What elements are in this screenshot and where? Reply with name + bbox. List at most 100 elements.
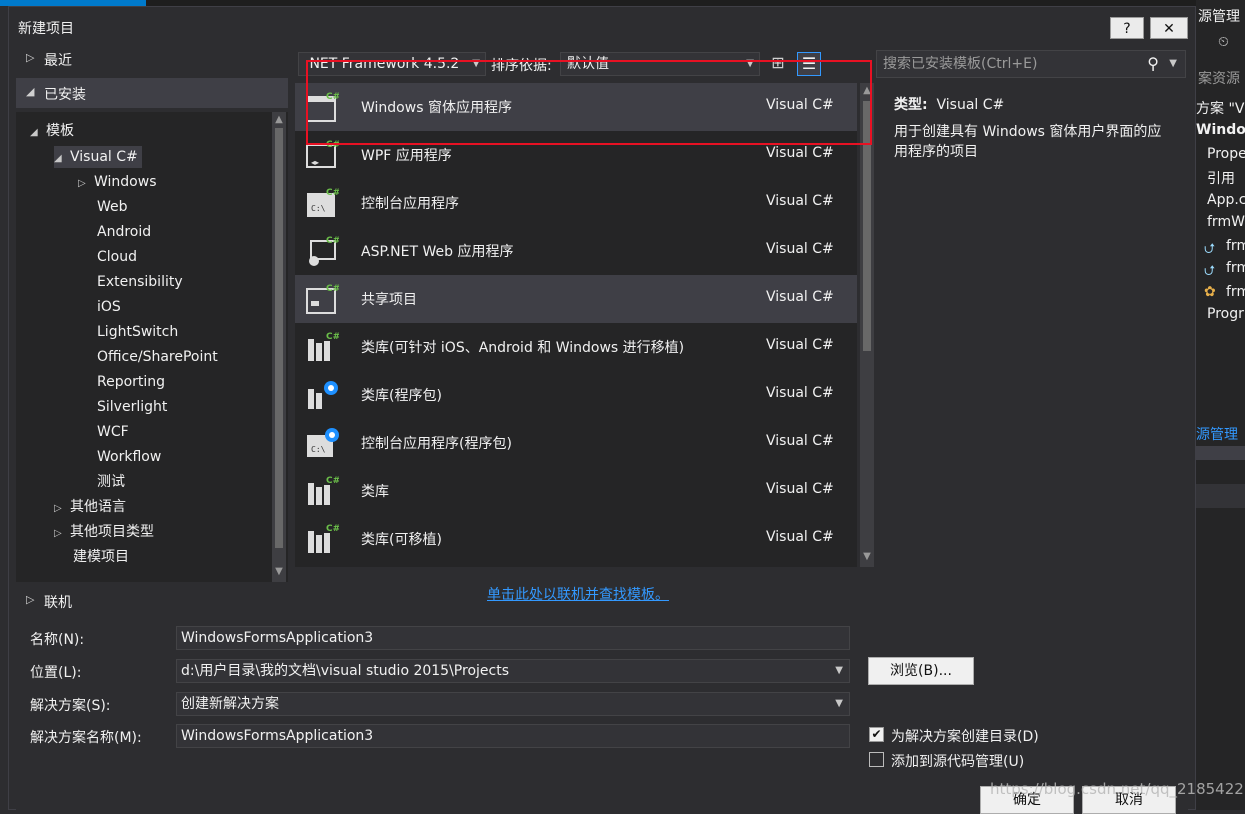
- template-row[interactable]: C# 类库 Visual C#: [295, 467, 857, 515]
- template-name: 控制台应用程序(程序包): [361, 436, 512, 452]
- scroll-up-icon[interactable]: ▲: [860, 85, 874, 97]
- tree-item-lightswitch[interactable]: LightSwitch: [97, 321, 178, 343]
- template-row[interactable]: C:\ 控制台应用程序(程序包) Visual C#: [295, 419, 857, 467]
- solution-label: 解决方案(S):: [30, 698, 111, 714]
- rp-solution[interactable]: 方案 "V: [1196, 98, 1244, 118]
- chevron-down-icon[interactable]: ▼: [1169, 51, 1177, 77]
- svg-text:C#: C#: [326, 524, 339, 534]
- tree-other-project-types[interactable]: ▷ 其他项目类型: [54, 521, 154, 543]
- category-recent-label: 最近: [44, 53, 72, 69]
- rp-properties[interactable]: Prope: [1207, 146, 1245, 162]
- tree-scrollbar[interactable]: ▲ ▼: [272, 112, 286, 582]
- sort-dropdown[interactable]: 默认值 ▼: [560, 52, 760, 76]
- tree-item-wcf[interactable]: WCF: [97, 421, 129, 443]
- tree-item-android[interactable]: Android: [97, 221, 151, 243]
- svg-text:C#: C#: [326, 284, 339, 294]
- tree-modeling-projects[interactable]: 建模项目: [73, 546, 129, 568]
- svg-text:◂▸: ◂▸: [311, 158, 319, 167]
- template-language: Visual C#: [766, 529, 834, 545]
- scroll-down-icon[interactable]: ▼: [272, 566, 286, 578]
- source-control-label: 添加到源代码管理(U): [891, 754, 1025, 770]
- template-name: 控制台应用程序: [361, 196, 459, 212]
- tree-item-office-sharepoint[interactable]: Office/SharePoint: [97, 346, 218, 368]
- search-placeholder: 搜索已安装模板(Ctrl+E): [883, 56, 1038, 72]
- search-icon[interactable]: ⚲: [1147, 51, 1159, 77]
- description-type-value: Visual C#: [936, 97, 1005, 113]
- find-online-templates-link[interactable]: 单击此处以联机并查找模板。: [487, 584, 669, 604]
- close-button[interactable]: ✕: [1150, 17, 1188, 39]
- tree-other-languages[interactable]: ▷ 其他语言: [54, 496, 126, 518]
- create-directory-checkbox[interactable]: ✔: [869, 727, 884, 742]
- tree-item-web[interactable]: Web: [97, 196, 128, 218]
- tree-item-test[interactable]: 测试: [97, 471, 125, 493]
- template-scroll-thumb[interactable]: [863, 101, 871, 351]
- rp-scrollbar[interactable]: [1196, 446, 1245, 460]
- scroll-up-icon[interactable]: ▲: [272, 114, 286, 126]
- template-name: ASP.NET Web 应用程序: [361, 244, 514, 260]
- category-installed[interactable]: ◢ 已安装: [16, 78, 288, 108]
- rp-file-icon: ⮍: [1204, 241, 1216, 257]
- tree-item-reporting[interactable]: Reporting: [97, 371, 165, 393]
- list-view-icon[interactable]: ☰: [797, 52, 821, 76]
- template-row[interactable]: C# 共享项目 Visual C#: [295, 275, 857, 323]
- package-console-icon: C:\: [307, 428, 339, 457]
- tree-item-ios[interactable]: iOS: [97, 296, 121, 318]
- rp-appconfig[interactable]: App.c: [1207, 192, 1245, 208]
- template-row[interactable]: C:\ C# 控制台应用程序 Visual C#: [295, 179, 857, 227]
- tree-item-workflow[interactable]: Workflow: [97, 446, 161, 468]
- location-input[interactable]: d:\用户目录\我的文档\visual studio 2015\Projects…: [176, 659, 850, 683]
- name-input[interactable]: WindowsFormsApplication3: [176, 626, 850, 650]
- source-control-checkbox[interactable]: [869, 752, 884, 767]
- collapse-arrow-icon: ◢: [26, 85, 35, 98]
- tree-item-silverlight[interactable]: Silverlight: [97, 396, 167, 418]
- template-language: Visual C#: [766, 337, 834, 353]
- category-installed-label: 已安装: [44, 87, 86, 103]
- rp-search: 案资源: [1198, 71, 1240, 87]
- category-recent[interactable]: ▷ 最近: [16, 44, 288, 74]
- solution-dropdown[interactable]: 创建新解决方案 ▼: [176, 692, 850, 716]
- chevron-down-icon[interactable]: ▼: [835, 693, 843, 715]
- rp-file-3[interactable]: frm: [1226, 284, 1245, 300]
- tree-templates-label: 模板: [46, 123, 74, 139]
- chevron-down-icon[interactable]: ▼: [835, 660, 843, 682]
- template-language: Visual C#: [766, 97, 834, 113]
- scroll-down-icon[interactable]: ▼: [860, 551, 874, 563]
- tree-item-extensibility[interactable]: Extensibility: [97, 271, 183, 293]
- solution-name-input[interactable]: WindowsFormsApplication3: [176, 724, 850, 748]
- template-list-scrollbar[interactable]: ▲ ▼: [860, 83, 874, 567]
- sort-value: 默认值: [567, 56, 609, 72]
- tree-item-cloud[interactable]: Cloud: [97, 246, 137, 268]
- tree-scroll-thumb[interactable]: [275, 128, 283, 548]
- console-icon: C:\C#: [307, 188, 339, 217]
- rp-project[interactable]: Window: [1196, 122, 1245, 138]
- location-label: 位置(L):: [30, 665, 82, 681]
- solution-name-label: 解决方案名称(M):: [30, 730, 142, 746]
- template-row[interactable]: C# 类库(可移植) Visual C#: [295, 515, 857, 563]
- rp-tab[interactable]: 源管理: [1196, 424, 1238, 444]
- template-row[interactable]: ◂▸ C# WPF 应用程序 Visual C#: [295, 131, 857, 179]
- rp-form[interactable]: frmW: [1207, 214, 1245, 230]
- expand-arrow-icon: ▷: [54, 528, 62, 539]
- small-icons-view-icon[interactable]: ⊞: [766, 52, 790, 76]
- svg-text:C:\: C:\: [311, 445, 326, 454]
- search-templates-input[interactable]: 搜索已安装模板(Ctrl+E) ⚲ ▼: [876, 50, 1186, 78]
- rp-file-2[interactable]: frm: [1226, 260, 1245, 276]
- category-online[interactable]: ▷ 联机: [16, 586, 288, 616]
- collapse-arrow-icon: ◢: [30, 127, 38, 138]
- template-row[interactable]: C# Windows 窗体应用程序 Visual C#: [295, 83, 857, 131]
- browse-button[interactable]: 浏览(B)...: [868, 657, 974, 685]
- rp-file-1[interactable]: frm: [1226, 238, 1245, 254]
- template-language: Visual C#: [766, 145, 834, 161]
- template-row[interactable]: C# ASP.NET Web 应用程序 Visual C#: [295, 227, 857, 275]
- rp-refresh-icon[interactable]: ⏲: [1218, 34, 1229, 50]
- rp-references[interactable]: 引用: [1207, 168, 1235, 188]
- framework-dropdown[interactable]: .NET Framework 4.5.2 ▼: [298, 52, 486, 76]
- tree-item-windows[interactable]: ▷ Windows: [78, 171, 157, 193]
- template-language: Visual C#: [766, 481, 834, 497]
- template-row[interactable]: 类库(程序包) Visual C#: [295, 371, 857, 419]
- template-row[interactable]: C# 类库(可针对 iOS、Android 和 Windows 进行移植) Vi…: [295, 323, 857, 371]
- rp-program[interactable]: Progr: [1207, 306, 1244, 322]
- tree-visual-csharp[interactable]: ◢ Visual C#: [54, 146, 142, 168]
- help-button[interactable]: ?: [1110, 17, 1144, 39]
- tree-templates[interactable]: ◢ 模板: [30, 120, 74, 142]
